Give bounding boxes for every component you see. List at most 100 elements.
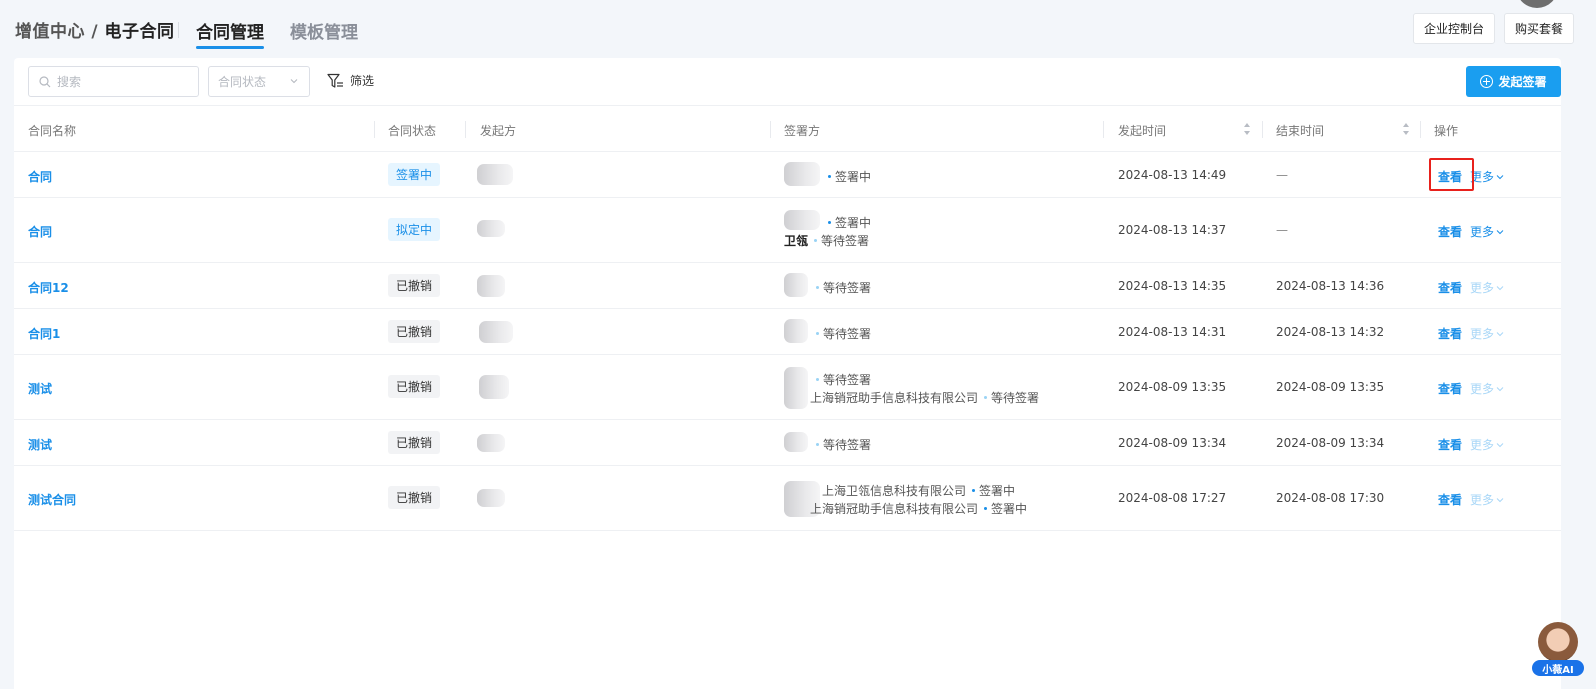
column-header-name: 合同名称 (28, 124, 77, 138)
status-badge: 已撤销 (388, 320, 441, 343)
sort-icon[interactable] (1244, 123, 1251, 135)
end-time: 2024-08-13 14:36 (1276, 279, 1385, 293)
signer-state: 等待签署 (991, 391, 1040, 405)
chevron-down-icon (1496, 229, 1504, 234)
start-time: 2024-08-13 14:49 (1118, 168, 1227, 182)
start-signing-label: 发起签署 (1498, 75, 1547, 89)
more-dropdown[interactable]: 更多 (1470, 436, 1504, 453)
signer-avatar (784, 273, 808, 297)
enterprise-console-button[interactable]: 企业控制台 (1413, 13, 1495, 44)
signer-state: 等待签署 (821, 234, 870, 248)
status-badge: 已撤销 (388, 274, 441, 297)
more-label: 更多 (1470, 327, 1495, 341)
signer-line: 签署中 (822, 214, 871, 231)
view-button[interactable]: 查看 (1438, 436, 1462, 453)
column-divider (374, 121, 375, 138)
more-dropdown[interactable]: 更多 (1470, 491, 1504, 508)
contract-panel: 合同状态 筛选 发起签署 合同名称 合同状态 发起方 签署方 发起时间 结束时间… (14, 58, 1561, 689)
chevron-down-icon (1496, 386, 1504, 391)
search-icon (39, 75, 51, 87)
status-dot (814, 239, 818, 242)
view-button[interactable]: 查看 (1438, 380, 1462, 397)
more-dropdown[interactable]: 更多 (1470, 279, 1504, 296)
filter-button[interactable]: 筛选 (327, 72, 374, 89)
status-dot (816, 443, 819, 446)
contract-name-link[interactable]: 测试 (28, 436, 52, 453)
buy-package-button[interactable]: 购买套餐 (1504, 13, 1574, 44)
column-header-start-time[interactable]: 发起时间 (1118, 122, 1166, 139)
end-time: 2024-08-09 13:35 (1276, 380, 1385, 394)
more-dropdown[interactable]: 更多 (1470, 380, 1504, 397)
signer-line: 等待签署 (810, 371, 871, 388)
signer-state: 签署中 (991, 502, 1028, 516)
column-divider (465, 121, 466, 138)
contract-name-link[interactable]: 测试合同 (28, 491, 76, 508)
status-dot (984, 507, 988, 510)
sort-icon[interactable] (1403, 123, 1410, 135)
ai-assistant-button[interactable]: 小薇AI (1532, 622, 1586, 676)
status-dot (972, 489, 976, 492)
end-time: 2024-08-08 17:30 (1276, 491, 1385, 505)
contract-name-link[interactable]: 测试 (28, 380, 52, 397)
start-time: 2024-08-13 14:31 (1118, 325, 1227, 339)
column-divider (1103, 121, 1104, 138)
signer-state: 等待签署 (823, 373, 872, 387)
view-button[interactable]: 查看 (1438, 491, 1462, 508)
status-dot (816, 332, 819, 335)
header-divider (178, 22, 179, 38)
signer-company: 上海销冠助手信息科技有限公司 (810, 391, 979, 405)
contract-name-link[interactable]: 合同 (28, 223, 52, 240)
breadcrumb-parent[interactable]: 增值中心 (15, 22, 85, 42)
table-row: 测试 已撤销 等待签署 上海销冠助手信息科技有限公司 等待签署 2024-08-0… (14, 355, 1561, 420)
start-signing-button[interactable]: 发起签署 (1466, 66, 1561, 97)
signer-avatar (784, 210, 820, 230)
contract-name-link[interactable]: 合同1 (28, 325, 60, 342)
start-time: 2024-08-13 14:37 (1118, 223, 1227, 237)
end-time: — (1276, 168, 1288, 182)
table-row: 合同12 已撤销 等待签署 2024-08-13 14:35 2024-08-1… (14, 263, 1561, 309)
signer-company: 上海卫瓴信息科技有限公司 (822, 484, 967, 498)
status-dot (816, 378, 819, 381)
view-button[interactable]: 查看 (1438, 223, 1462, 240)
column-header-initiator: 发起方 (480, 124, 517, 138)
start-time: 2024-08-13 14:35 (1118, 279, 1227, 293)
toolbar: 合同状态 筛选 发起签署 (14, 58, 1561, 106)
tab-contract-management[interactable]: 合同管理 (196, 18, 264, 49)
initiator-avatar (477, 220, 505, 237)
signer-line: 上海卫瓴信息科技有限公司 签署中 (822, 482, 1015, 499)
search-input[interactable] (57, 74, 187, 89)
signer-state: 等待签署 (823, 438, 872, 452)
plus-circle-icon (1480, 75, 1494, 88)
contract-name-link[interactable]: 合同12 (28, 279, 69, 296)
signer-line: 签署中 (822, 168, 871, 185)
filter-label: 筛选 (350, 74, 375, 88)
filter-icon (327, 73, 343, 88)
signer-company: 卫瓴 (784, 234, 809, 248)
signer-company: 上海销冠助手信息科技有限公司 (810, 502, 979, 516)
status-badge: 签署中 (388, 163, 441, 186)
column-divider (770, 121, 771, 138)
view-button[interactable]: 查看 (1438, 325, 1462, 342)
chevron-down-icon (290, 79, 298, 84)
chevron-down-icon (1496, 442, 1504, 447)
status-dot (828, 175, 831, 178)
view-button[interactable]: 查看 (1438, 279, 1462, 296)
more-label: 更多 (1470, 438, 1495, 452)
more-dropdown[interactable]: 更多 (1470, 223, 1504, 240)
signer-line: 等待签署 (810, 279, 871, 296)
more-dropdown[interactable]: 更多 (1470, 325, 1504, 342)
status-dot (828, 221, 831, 224)
user-avatar[interactable] (1516, 0, 1558, 8)
contract-name-link[interactable]: 合同 (28, 168, 52, 185)
tab-template-management[interactable]: 模板管理 (290, 18, 358, 43)
breadcrumb-current: 电子合同 (104, 22, 175, 42)
table-header: 合同名称 合同状态 发起方 签署方 发起时间 结束时间 操作 (14, 106, 1561, 152)
column-header-end-time[interactable]: 结束时间 (1276, 122, 1324, 139)
table-row: 合同1 已撤销 等待签署 2024-08-13 14:31 2024-08-13… (14, 309, 1561, 355)
highlight-box (1429, 158, 1474, 191)
more-dropdown[interactable]: 更多 (1470, 168, 1504, 185)
status-select[interactable]: 合同状态 (208, 66, 310, 97)
search-box[interactable] (28, 66, 199, 97)
table-row: 合同 签署中 签署中 2024-08-13 14:49 — 查看 更多 (14, 152, 1561, 198)
signer-state: 签署中 (835, 170, 872, 184)
